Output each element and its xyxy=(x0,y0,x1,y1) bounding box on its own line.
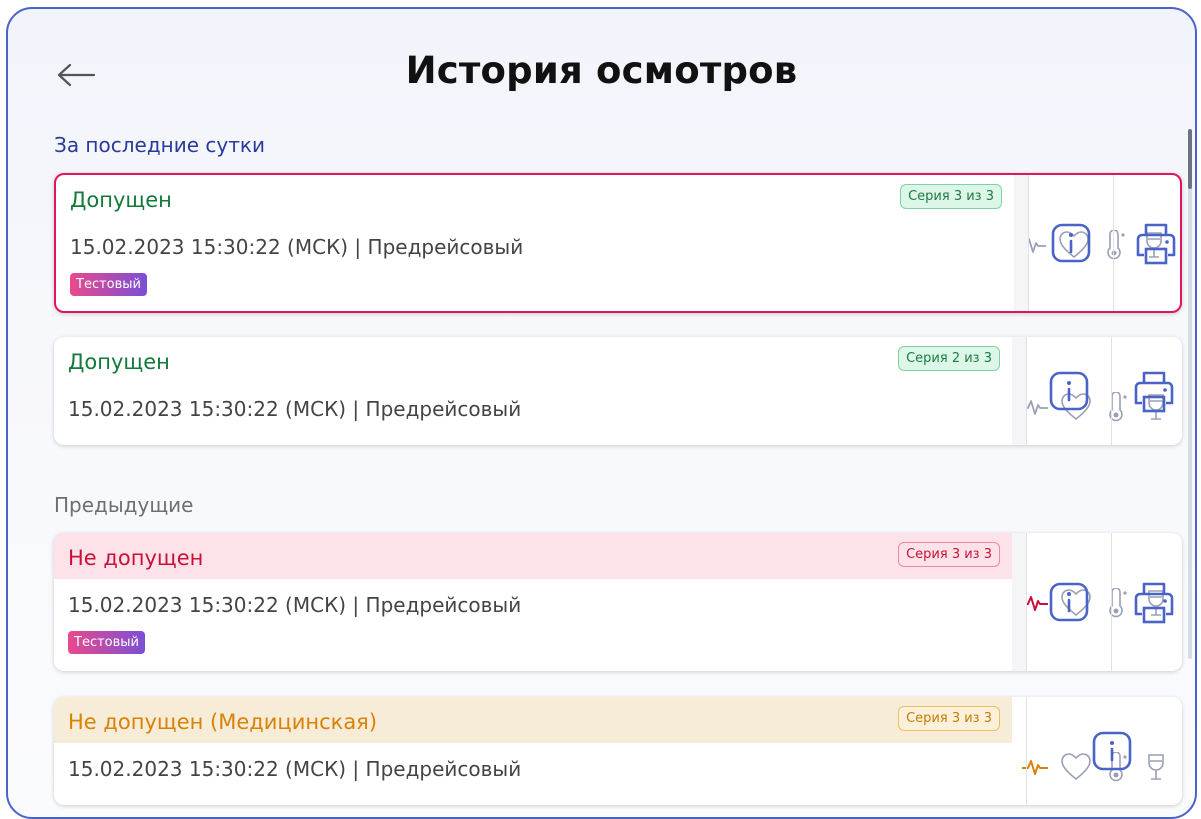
info-icon xyxy=(1092,731,1131,771)
exam-status: Не допущен xyxy=(68,546,204,570)
info-button[interactable] xyxy=(1029,175,1113,311)
card-header: Не допущен Серия 3 из 3 xyxy=(54,533,1012,579)
info-icon xyxy=(1051,223,1091,263)
series-badge: Серия 2 из 3 xyxy=(898,346,1000,371)
scrollbar[interactable] xyxy=(1188,129,1192,659)
exam-status: Допущен xyxy=(68,350,170,374)
exam-card[interactable]: Не допущен Серия 3 из 3 15.02.2023 15:30… xyxy=(54,533,1182,671)
section-label-previous: Предыдущие xyxy=(54,493,194,517)
print-button[interactable] xyxy=(1112,337,1182,445)
exam-status: Допущен xyxy=(70,188,172,212)
exam-status: Не допущен (Медицинская) xyxy=(68,710,378,734)
info-icon xyxy=(1049,371,1089,411)
exam-datetime: 15.02.2023 15:30:22 (МСК) | Предрейсовый xyxy=(68,593,522,617)
scrollbar-thumb[interactable] xyxy=(1188,129,1192,189)
print-button[interactable] xyxy=(1114,175,1180,311)
series-badge: Серия 3 из 3 xyxy=(900,184,1002,209)
card-header: Допущен Серия 2 из 3 xyxy=(54,337,1012,383)
card-header: Не допущен (Медицинская) Серия 3 из 3 xyxy=(54,697,1012,743)
info-button[interactable] xyxy=(1027,533,1111,671)
page-title: История осмотров xyxy=(405,49,798,92)
printer-icon xyxy=(1136,223,1176,265)
info-button[interactable] xyxy=(1027,697,1182,805)
card-header: Допущен Серия 3 из 3 xyxy=(56,175,1014,221)
printer-icon xyxy=(1134,371,1174,413)
exam-datetime: 15.02.2023 15:30:22 (МСК) | Предрейсовый xyxy=(68,397,522,421)
test-tag: Тестовый xyxy=(68,631,145,654)
exam-card[interactable]: Не допущен (Медицинская) Серия 3 из 3 15… xyxy=(54,697,1182,805)
info-button[interactable] xyxy=(1027,337,1111,445)
print-button[interactable] xyxy=(1112,533,1182,671)
series-badge: Серия 3 из 3 xyxy=(898,542,1000,567)
exam-datetime: 15.02.2023 15:30:22 (МСК) | Предрейсовый xyxy=(70,235,524,259)
app-frame: История осмотров За последние сутки Допу… xyxy=(6,7,1197,819)
exam-card[interactable]: Допущен Серия 2 из 3 15.02.2023 15:30:22… xyxy=(54,337,1182,445)
series-badge: Серия 3 из 3 xyxy=(898,706,1000,731)
info-icon xyxy=(1049,582,1089,622)
test-tag: Тестовый xyxy=(70,273,147,296)
printer-icon xyxy=(1134,582,1174,624)
exam-datetime: 15.02.2023 15:30:22 (МСК) | Предрейсовый xyxy=(68,757,522,781)
section-label-recent: За последние сутки xyxy=(54,133,265,157)
exam-card[interactable]: Допущен Серия 3 из 3 15.02.2023 15:30:22… xyxy=(54,173,1182,313)
